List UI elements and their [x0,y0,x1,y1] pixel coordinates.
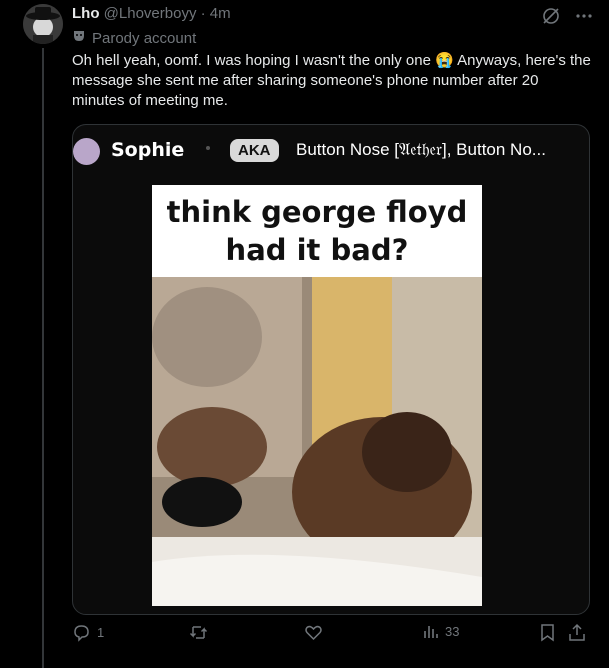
share-button[interactable] [568,623,586,642]
media-image[interactable]: think george floyd had it bad? [152,185,482,606]
repost-button[interactable] [189,623,214,642]
more-icon[interactable] [575,7,593,30]
like-icon [304,623,323,642]
thread-line [42,48,44,668]
share-icon [568,623,586,642]
aka-badge: AKA [230,139,279,162]
display-name[interactable]: Lho [72,5,100,22]
grok-icon[interactable] [541,6,561,31]
meme-caption: think george floyd had it bad? [152,185,482,277]
bookmark-button[interactable] [539,623,556,642]
timestamp[interactable]: 4m [210,5,231,22]
caption-line-1: think george floyd [166,195,468,229]
reply-icon [72,623,91,642]
views-icon [423,623,439,639]
embedded-media-card[interactable]: Sophie AKA Button Nose [𝔄𝔢𝔱𝔥𝔢𝔯], Button … [72,124,590,615]
embedded-name: Sophie [111,139,185,161]
handle[interactable]: @Lhoverboyy [104,5,197,22]
post-text: Oh hell yeah, oomf. I was hoping I wasn'… [72,52,591,109]
reply-count: 1 [97,625,105,640]
action-bar: 1 33 [72,623,592,649]
embedded-header: Sophie AKA Button Nose [𝔄𝔢𝔱𝔥𝔢𝔯], Button … [73,125,589,177]
views-button[interactable]: 33 [423,623,459,639]
reply-button[interactable]: 1 [72,623,104,642]
embedded-avatar [73,138,100,165]
avatar[interactable] [23,4,63,44]
caption-line-2: had it bad? [225,233,409,267]
views-count: 33 [445,623,460,639]
parody-label: Parody account [92,29,197,47]
bookmark-icon [539,623,556,642]
aliases-text: Button Nose [𝔄𝔢𝔱𝔥𝔢𝔯], Button No... [296,140,546,159]
separator-dot [206,146,210,150]
parody-badge: Parody account [72,29,196,47]
post-header: Lho @Lhoverboyy · 4m [72,5,231,22]
like-button[interactable] [304,623,329,642]
photo [152,277,482,606]
top-actions [541,6,593,31]
repost-icon [189,623,208,642]
separator: · [200,5,206,22]
parody-mask-icon [72,29,86,47]
